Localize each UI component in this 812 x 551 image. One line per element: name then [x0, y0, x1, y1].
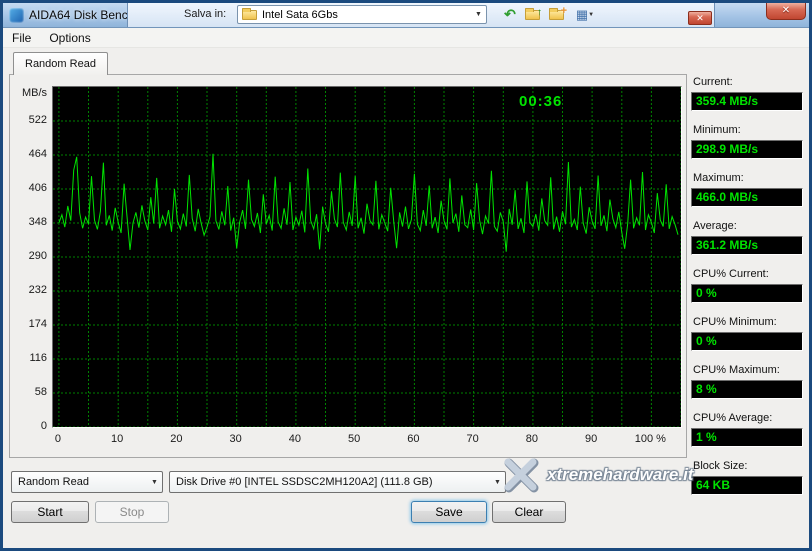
y-axis-tick-label: 232 [28, 284, 47, 296]
x-axis-tick-label: 20 [170, 433, 183, 445]
chevron-down-icon[interactable]: ▼ [147, 479, 162, 486]
stat-value: 0 % [691, 284, 803, 303]
save-button[interactable]: Save [411, 501, 487, 523]
stat-label: CPU% Maximum: [693, 364, 780, 376]
x-axis-tick-label: 0 [54, 433, 61, 445]
start-button[interactable]: Start [11, 501, 89, 523]
save-location-combobox[interactable]: Intel Sata 6Gbs ▼ [237, 5, 487, 24]
throughput-line [58, 153, 679, 252]
menu-bar: File Options [3, 28, 809, 48]
stat-label: Minimum: [693, 124, 741, 136]
stat-value: 1 % [691, 428, 803, 447]
stat-value: 298.9 MB/s [691, 140, 803, 159]
save-in-label: Salva in: [184, 8, 227, 20]
chevron-down-icon[interactable]: ▼ [471, 11, 486, 18]
watermark-text: xtremehardware.it [547, 465, 694, 484]
watermark: xtremehardware.it [501, 453, 693, 497]
drive-select-value: Disk Drive #0 [INTEL SSDSC2MH120A2] (111… [176, 476, 433, 488]
menu-options[interactable]: Options [40, 28, 99, 48]
stat-value: 0 % [691, 332, 803, 351]
title-bar[interactable]: AIDA64 Disk Bench... Salva in: Intel Sat… [3, 3, 809, 28]
stat-value: 64 KB [691, 476, 803, 495]
new-folder-icon[interactable]: + [548, 5, 567, 23]
up-one-level-icon[interactable]: ↑ [524, 6, 542, 23]
stat-value: 359.4 MB/s [691, 92, 803, 111]
y-axis-tick-label: 174 [28, 318, 47, 330]
stat-label: Average: [693, 220, 737, 232]
benchmark-plot [53, 87, 681, 427]
stat-value: 361.2 MB/s [691, 236, 803, 255]
y-axis-tick-label: 290 [28, 250, 47, 262]
x-axis-tick-label: 50 [348, 433, 361, 445]
back-icon[interactable]: ↶ [501, 6, 519, 23]
x-axis-tick-label: 80 [525, 433, 538, 445]
x-axis-tick-label: 40 [288, 433, 302, 445]
x-axis-tick-label: 30 [229, 433, 242, 445]
drive-select[interactable]: Disk Drive #0 [INTEL SSDSC2MH120A2] (111… [169, 471, 506, 493]
clear-button[interactable]: Clear [492, 501, 566, 523]
save-dialog-strip: Salva in: Intel Sata 6Gbs ▼ ↶ ↑ + ▦▼ ✕ [127, 3, 715, 27]
folder-icon: + [549, 5, 567, 20]
stat-label: Maximum: [693, 172, 744, 184]
stat-label: CPU% Minimum: [693, 316, 777, 328]
x-axis-tick-label: 70 [466, 433, 479, 445]
app-icon [9, 8, 24, 23]
test-type-select[interactable]: Random Read ▼ [11, 471, 163, 493]
folder-icon [242, 7, 257, 20]
stats-panel: Current: 359.4 MB/s Minimum: 298.9 MB/s Maxi… [691, 76, 807, 508]
stat-label: CPU% Current: [693, 268, 769, 280]
aida64-disk-benchmark-window: AIDA64 Disk Bench... Salva in: Intel Sat… [0, 0, 812, 551]
stat-label: CPU% Average: [693, 412, 773, 424]
plot-gridlines [53, 87, 681, 427]
y-axis-tick-label: 464 [28, 148, 47, 160]
benchmark-plot-frame: 00:36 [52, 86, 682, 428]
menu-file[interactable]: File [3, 28, 40, 48]
y-axis-tick-label: 116 [29, 352, 47, 364]
stat-value: 466.0 MB/s [691, 188, 803, 207]
x-axis-tick-label: 60 [407, 433, 420, 445]
stat-label: Current: [693, 76, 733, 88]
stop-button: Stop [95, 501, 169, 523]
view-menu-icon[interactable]: ▦▼ [572, 6, 598, 23]
y-axis-tick-label: 406 [28, 182, 47, 194]
stat-value: 8 % [691, 380, 803, 399]
stat-label: Block Size: [693, 460, 748, 472]
tab-random-read[interactable]: Random Read [13, 52, 108, 75]
y-axis-unit-label: MB/s [21, 87, 47, 99]
elapsed-time: 00:36 [519, 93, 563, 110]
y-axis-tick-label: 522 [28, 114, 47, 126]
window-close-button[interactable]: ✕ [766, 3, 806, 20]
y-axis-tick-label: 0 [40, 420, 47, 432]
x-axis-tick-label: 90 [585, 433, 598, 445]
y-axis-tick-label: 348 [28, 216, 47, 228]
y-axis-tick-label: 58 [34, 386, 47, 398]
watermark-x-logo [504, 458, 539, 493]
dialog-close-button[interactable]: ✕ [688, 11, 712, 25]
test-type-value: Random Read [18, 476, 89, 488]
save-location-value: Intel Sata 6Gbs [262, 8, 338, 21]
x-axis-tick-label: 100 % [634, 433, 666, 445]
folder-icon: ↑ [525, 7, 542, 20]
x-axis-tick-label: 10 [111, 433, 124, 445]
